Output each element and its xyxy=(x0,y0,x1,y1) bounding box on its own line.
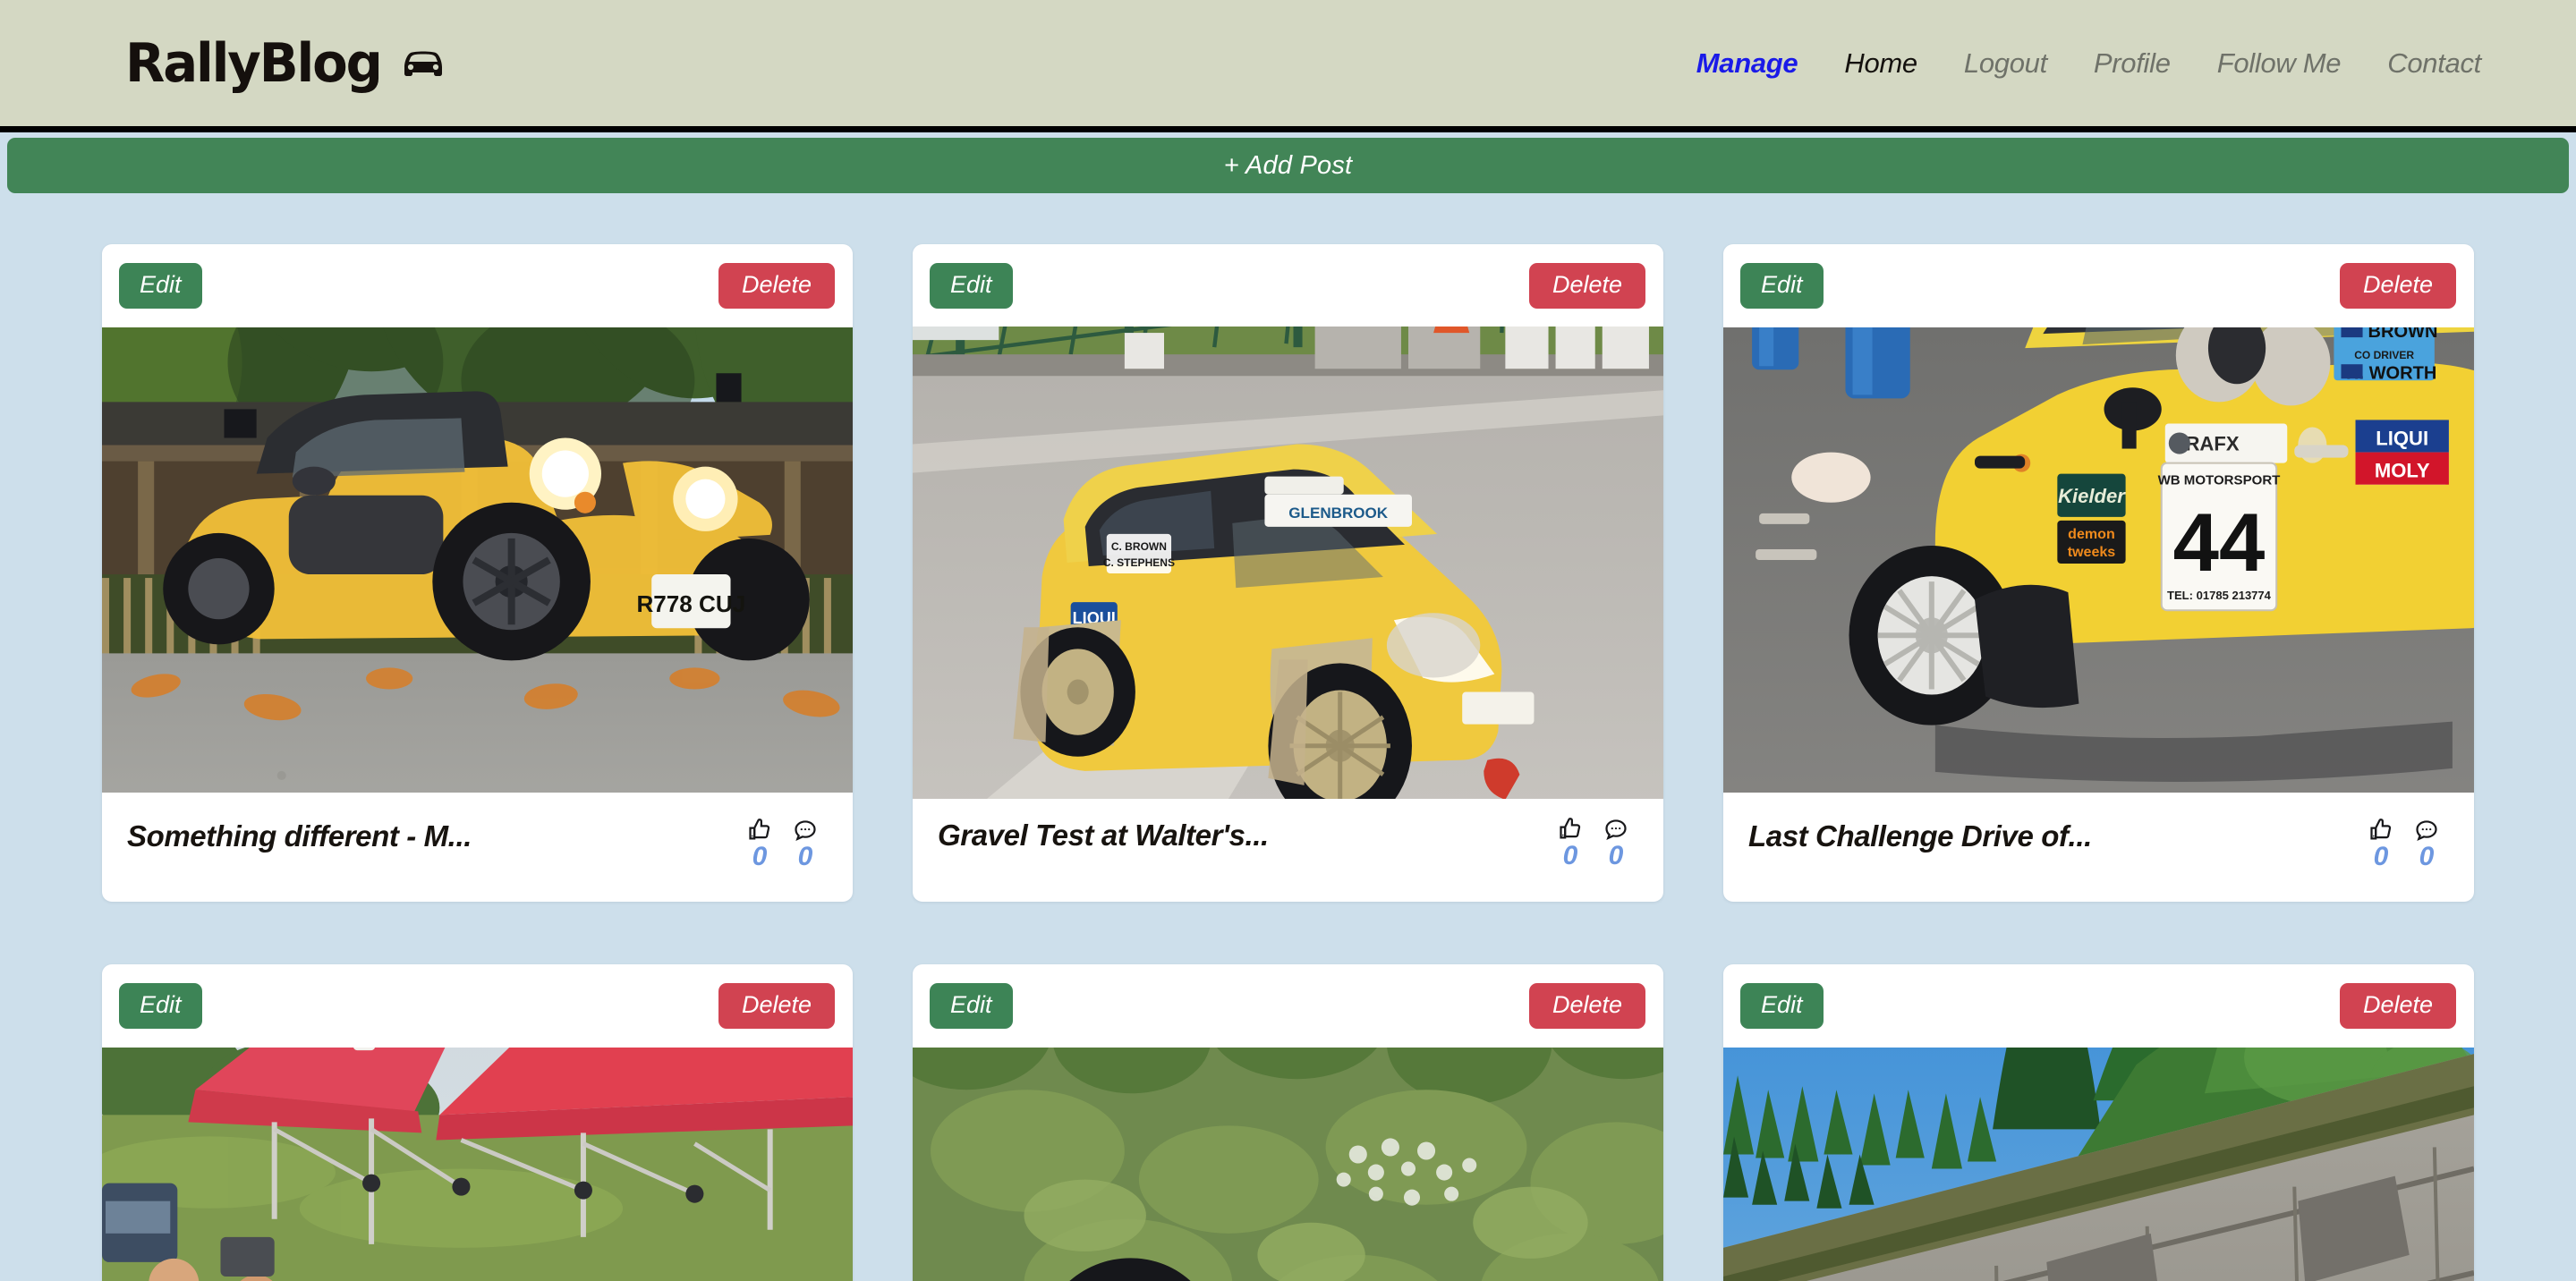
site-header: RallyBlog Manage Home Logout Profile Fol… xyxy=(0,0,2576,132)
post-stats: 0 0 xyxy=(1557,815,1629,870)
svg-text:tweeks: tweeks xyxy=(2068,544,2116,560)
svg-text:CO DRIVER: CO DRIVER xyxy=(2354,349,2414,361)
card-footer: Gravel Test at Walter's... 0 0 xyxy=(913,799,1663,902)
svg-text:R778 CUJ: R778 CUJ xyxy=(636,590,745,617)
delete-button[interactable]: Delete xyxy=(718,263,835,309)
svg-text:C. BROWN: C. BROWN xyxy=(1111,540,1167,553)
card-action-bar: Edit Delete xyxy=(1723,964,2474,1048)
like-stat[interactable]: 0 xyxy=(1557,817,1584,870)
like-count: 0 xyxy=(752,842,768,871)
delete-button[interactable]: Delete xyxy=(1528,262,1645,309)
svg-text:44: 44 xyxy=(2173,496,2266,589)
comment-stat[interactable]: 0 xyxy=(1603,817,1629,870)
svg-text:Kielder: Kielder xyxy=(2058,485,2126,507)
card-footer: Last Challenge Drive of... 0 0 xyxy=(1723,793,2474,902)
speech-bubble-icon xyxy=(795,820,816,842)
add-post-label: + Add Post xyxy=(1223,150,1353,180)
post-image-caterham[interactable]: R778 CUJ xyxy=(102,327,853,793)
thumbs-up-icon xyxy=(749,819,770,840)
svg-text:TEL: 01785 213774: TEL: 01785 213774 xyxy=(2167,589,2272,602)
posts-grid: Edit Delete R778 CUJ Something different… xyxy=(0,193,2576,1281)
delete-button[interactable]: Delete xyxy=(2339,983,2456,1029)
nav-item-logout[interactable]: Logout xyxy=(1964,47,2047,80)
svg-text:MOLY: MOLY xyxy=(2375,460,2430,482)
edit-button[interactable]: Edit xyxy=(119,263,202,309)
nav-item-home[interactable]: Home xyxy=(1844,47,1917,80)
post-image-mini-gravel[interactable]: GLENBROOK C. BROWN C. STEPHENS LIQUI xyxy=(913,327,1663,799)
comment-count: 0 xyxy=(797,842,813,871)
post-stats: 0 0 xyxy=(746,816,819,870)
delete-button[interactable]: Delete xyxy=(718,983,835,1029)
post-title: Something different - M... xyxy=(127,819,472,853)
nav-item-contact[interactable]: Contact xyxy=(2387,47,2481,80)
svg-text:GLENBROOK: GLENBROOK xyxy=(1288,505,1388,522)
card-action-bar: Edit Delete xyxy=(102,964,853,1048)
post-card[interactable]: Edit Delete xyxy=(102,244,853,902)
post-image-mini-44[interactable]: OLLINS DRIVER C. BROWN CO DRIVER H. WORT… xyxy=(1723,327,2474,793)
card-action-bar: Edit Delete xyxy=(913,244,1663,327)
comment-count: 0 xyxy=(2419,842,2435,871)
edit-button[interactable]: Edit xyxy=(119,983,202,1029)
card-footer: Something different - M... 0 0 xyxy=(102,793,853,902)
car-icon xyxy=(404,51,442,76)
delete-button[interactable]: Delete xyxy=(1528,983,1645,1029)
like-count: 0 xyxy=(1562,841,1578,870)
like-stat[interactable]: 0 xyxy=(746,818,773,870)
main-navigation: Manage Home Logout Profile Follow Me Con… xyxy=(1696,47,2482,80)
post-title: Last Challenge Drive of... xyxy=(1748,819,2092,853)
post-image-red-tents[interactable] xyxy=(102,1048,853,1281)
thumbs-up-icon xyxy=(2370,819,2392,840)
card-action-bar: Edit Delete xyxy=(913,964,1663,1048)
brand-title: RallyBlog xyxy=(125,31,383,95)
post-image-rolled-car[interactable]: 4 xyxy=(913,1048,1663,1281)
speech-bubble-icon xyxy=(1605,819,1627,841)
svg-text:demon: demon xyxy=(2068,526,2115,542)
edit-button[interactable]: Edit xyxy=(930,262,1013,309)
post-stats: 0 0 xyxy=(2368,816,2440,870)
svg-text:WB MOTORSPORT: WB MOTORSPORT xyxy=(2158,473,2282,488)
card-action-bar: Edit Delete xyxy=(102,244,853,327)
like-count: 0 xyxy=(2373,842,2389,871)
card-action-bar: Edit Delete xyxy=(1723,244,2474,327)
post-card[interactable]: Edit Delete xyxy=(102,964,853,1281)
brand-logo[interactable]: RallyBlog xyxy=(125,37,447,90)
comment-stat[interactable]: 0 xyxy=(2413,818,2440,870)
post-card[interactable]: Edit Delete xyxy=(1723,244,2474,902)
add-post-bar-wrapper: + Add Post xyxy=(0,138,2576,193)
nav-item-manage[interactable]: Manage xyxy=(1696,47,1798,80)
nav-item-profile[interactable]: Profile xyxy=(2094,47,2171,80)
post-title: Gravel Test at Walter's... xyxy=(938,819,1269,852)
edit-button[interactable]: Edit xyxy=(1740,983,1824,1029)
comment-stat[interactable]: 0 xyxy=(792,818,819,870)
edit-button[interactable]: Edit xyxy=(1740,263,1824,309)
svg-text:LIQUI: LIQUI xyxy=(2376,428,2428,450)
like-stat[interactable]: 0 xyxy=(2368,818,2394,870)
thumbs-up-icon xyxy=(1560,818,1581,839)
edit-button[interactable]: Edit xyxy=(930,983,1013,1029)
post-card[interactable]: Edit Delete xyxy=(1723,964,2474,1281)
delete-button[interactable]: Delete xyxy=(2339,263,2456,309)
post-card[interactable]: Edit Delete xyxy=(913,244,1663,902)
post-card[interactable]: Edit Delete xyxy=(913,964,1663,1281)
nav-item-follow-me[interactable]: Follow Me xyxy=(2217,47,2342,80)
svg-text:C. STEPHENS: C. STEPHENS xyxy=(1103,556,1175,569)
comment-count: 0 xyxy=(1608,841,1624,870)
post-image-quarry[interactable] xyxy=(1723,1048,2474,1281)
speech-bubble-icon xyxy=(2416,820,2437,842)
add-post-button[interactable]: + Add Post xyxy=(7,138,2569,193)
